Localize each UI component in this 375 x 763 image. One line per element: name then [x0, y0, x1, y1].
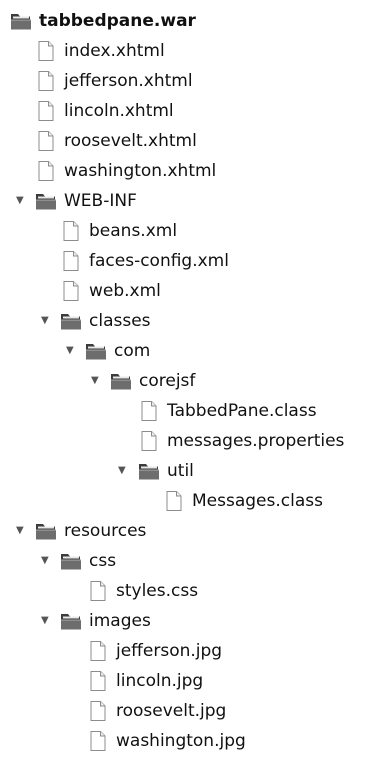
tree-node-label: faces-config.xml [89, 251, 229, 271]
tree-node-jefferson-jpg[interactable]: jefferson.jpg [87, 636, 222, 666]
folder-icon [35, 520, 57, 542]
tree-node-messages-properties[interactable]: messages.properties [138, 426, 344, 456]
tree-node-label: com [114, 341, 151, 361]
file-icon [35, 160, 57, 182]
expanded-triangle-icon[interactable]: ▼ [41, 606, 49, 636]
folder-icon [10, 10, 32, 32]
tree-node-label: lincoln.xhtml [64, 101, 174, 121]
tree-node-washington-jpg[interactable]: washington.jpg [87, 726, 246, 756]
tree-node-corejsf[interactable]: corejsf [110, 366, 195, 396]
file-icon [138, 430, 160, 452]
file-icon [60, 220, 82, 242]
tree-node-label: roosevelt.jpg [116, 701, 227, 721]
tree-node-tabbedpane-class[interactable]: TabbedPane.class [138, 396, 317, 426]
file-icon [87, 700, 109, 722]
tree-node-label: corejsf [139, 371, 196, 391]
tree-node-label: resources [64, 521, 147, 541]
folder-icon [85, 340, 107, 362]
file-icon [35, 40, 57, 62]
expanded-triangle-icon[interactable]: ▼ [66, 336, 74, 366]
expanded-triangle-icon[interactable]: ▼ [16, 516, 24, 546]
tree-node-beans-xml[interactable]: beans.xml [60, 216, 177, 246]
tree-node-classes[interactable]: classes [60, 306, 151, 336]
file-icon [163, 490, 185, 512]
expanded-triangle-icon[interactable]: ▼ [41, 306, 49, 336]
folder-icon [60, 310, 82, 332]
file-icon [35, 70, 57, 92]
file-icon [60, 280, 82, 302]
folder-icon [138, 460, 160, 482]
tree-node-label: beans.xml [89, 221, 178, 241]
file-icon [35, 100, 57, 122]
tree-node-images[interactable]: images [60, 606, 151, 636]
tree-node-label: jefferson.xhtml [64, 71, 193, 91]
tree-node-label: TabbedPane.class [167, 401, 317, 421]
tree-node-label: WEB-INF [64, 191, 137, 211]
tree-node-washington-xhtml[interactable]: washington.xhtml [35, 156, 216, 186]
file-icon [60, 250, 82, 272]
tree-node-label: roosevelt.xhtml [64, 131, 197, 151]
tree-node-label: lincoln.jpg [116, 671, 204, 691]
tree-node-roosevelt-xhtml[interactable]: roosevelt.xhtml [35, 126, 197, 156]
tree-node-label: washington.jpg [116, 731, 246, 751]
tree-node-label: index.xhtml [64, 41, 165, 61]
tree-node-web-inf[interactable]: WEB-INF [35, 186, 137, 216]
tree-node-label: jefferson.jpg [116, 641, 223, 661]
tree-node-lincoln-jpg[interactable]: lincoln.jpg [87, 666, 203, 696]
tree-node-com[interactable]: com [85, 336, 150, 366]
expanded-triangle-icon[interactable]: ▼ [16, 186, 24, 216]
tree-node-label: classes [89, 311, 151, 331]
folder-icon [35, 190, 57, 212]
folder-icon [110, 370, 132, 392]
expanded-triangle-icon[interactable]: ▼ [41, 546, 49, 576]
tree-node-root[interactable]: tabbedpane.war [10, 6, 196, 36]
tree-node-label: tabbedpane.war [39, 11, 196, 31]
tree-node-styles-css[interactable]: styles.css [87, 576, 198, 606]
tree-node-resources[interactable]: resources [35, 516, 146, 546]
tree-node-web-xml[interactable]: web.xml [60, 276, 161, 306]
tree-node-label: washington.xhtml [64, 161, 217, 181]
expanded-triangle-icon[interactable]: ▼ [91, 366, 99, 396]
file-icon [87, 580, 109, 602]
file-icon [138, 400, 160, 422]
project-tree: tabbedpane.war index.xhtml jefferson.xht… [0, 0, 375, 763]
tree-node-label: util [167, 461, 194, 481]
folder-icon [60, 550, 82, 572]
file-icon [87, 730, 109, 752]
tree-node-label: images [89, 611, 151, 631]
file-icon [87, 640, 109, 662]
tree-node-roosevelt-jpg[interactable]: roosevelt.jpg [87, 696, 226, 726]
tree-node-lincoln-xhtml[interactable]: lincoln.xhtml [35, 96, 174, 126]
tree-node-index-xhtml[interactable]: index.xhtml [35, 36, 165, 66]
tree-node-label: messages.properties [167, 431, 345, 451]
tree-node-messages-class[interactable]: Messages.class [163, 486, 323, 516]
tree-node-faces-config-xml[interactable]: faces-config.xml [60, 246, 229, 276]
tree-node-util[interactable]: util [138, 456, 194, 486]
tree-node-jefferson-xhtml[interactable]: jefferson.xhtml [35, 66, 193, 96]
folder-icon [60, 610, 82, 632]
tree-node-label: web.xml [89, 281, 161, 301]
expanded-triangle-icon[interactable]: ▼ [118, 456, 126, 486]
tree-node-label: css [89, 551, 117, 571]
file-icon [35, 130, 57, 152]
tree-node-label: Messages.class [192, 491, 323, 511]
tree-node-label: styles.css [116, 581, 199, 601]
tree-node-css[interactable]: css [60, 546, 116, 576]
file-icon [87, 670, 109, 692]
